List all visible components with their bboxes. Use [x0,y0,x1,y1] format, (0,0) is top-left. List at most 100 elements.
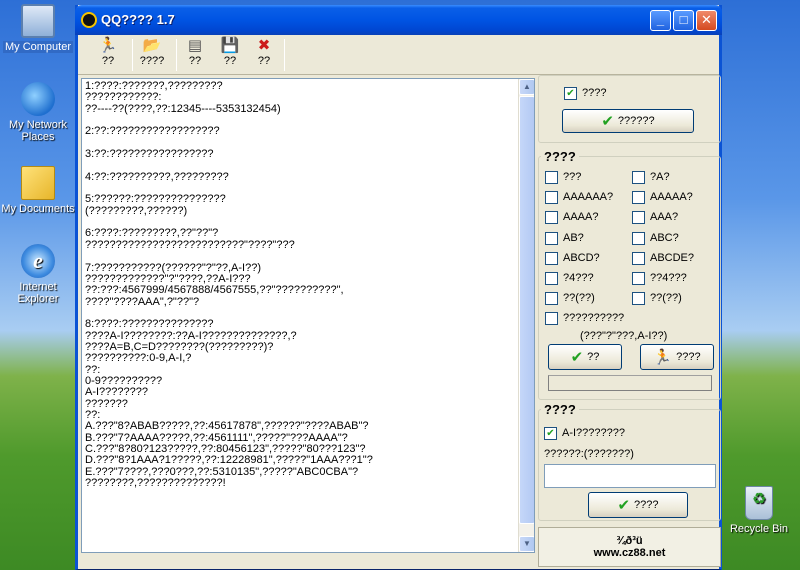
website-logo[interactable]: ¾ð³ü www.cz88.net [538,527,721,567]
logo-text-line1: ¾ð³ü [616,535,643,547]
option-checkbox-5[interactable]: AAAA? [545,210,598,224]
toolbar-separator [284,39,285,71]
desktop-icon-network-places[interactable]: My Network Places [1,82,75,143]
list-icon: ▤ [187,37,203,54]
checkbox-label: ??4??? [650,272,687,284]
check-icon: ✔ [570,349,584,366]
button-label: ?????? [617,115,655,127]
checkbox-label: ?A? [650,171,670,183]
custom-input-label: ??????:(???????) [544,448,634,460]
option-checkbox-1[interactable]: ??? [545,170,581,184]
custom-pattern-input[interactable] [544,464,716,488]
scroll-up-button[interactable]: ▲ [519,79,534,95]
checkbox-box[interactable] [545,231,558,245]
option-checkbox-14[interactable]: ??(??) [632,291,682,305]
checkbox-box[interactable] [545,190,558,204]
desktop-icon-my-documents[interactable]: My Documents [1,166,75,215]
desktop-icon-internet-explorer[interactable]: e Internet Explorer [1,244,75,305]
scroll-down-button[interactable]: ▼ [519,536,534,552]
checkbox-box[interactable] [545,170,558,184]
logo-text-line2: www.cz88.net [593,547,666,559]
close-icon: ✖ [257,37,271,54]
checkbox-label: ??? [563,171,582,183]
toolbar-list-button[interactable]: ▤ ?? [178,37,212,73]
run-icon: 🏃 [653,349,673,366]
toolbar-label: ?? [223,55,237,67]
option-checkbox-12[interactable]: ??4??? [632,271,687,285]
options-run-button[interactable]: 🏃 ???? [640,344,714,370]
checkbox-label: ?????????? [563,312,625,324]
option-checkbox-11[interactable]: ?4??? [545,271,594,285]
option-checkbox-2[interactable]: ?A? [632,170,670,184]
checkbox-label: AAAAA? [650,191,693,203]
toolbar-open-button[interactable]: 📂 ???? [134,37,170,73]
recycle-bin-icon: ♻ [745,486,773,520]
qq-penguin-icon [81,12,97,28]
checkbox-box[interactable] [545,210,558,224]
button-label: ?? [587,351,600,363]
option-checkbox-13[interactable]: ??(??) [545,291,595,305]
checkbox-box[interactable] [545,271,558,285]
group-title: ???? [541,402,579,417]
desktop-icon-recycle-bin[interactable]: ♻ Recycle Bin [722,486,796,535]
checkbox-label: AAAAAA? [563,191,614,203]
option-checkbox-7[interactable]: AB? [545,231,584,245]
checkbox-label: ABC? [650,232,679,244]
check-icon: ✔ [601,113,614,130]
toolbar-label: ?? [188,55,202,67]
checkbox-label: ABCD? [563,252,600,264]
checkbox-box[interactable]: ✔ [564,86,577,100]
desktop-icon-label: Internet Explorer [17,281,59,305]
checkbox-label: AAA? [650,211,679,223]
button-label: ???? [634,499,659,511]
group-title: ???? [541,149,579,164]
help-text-area[interactable]: 1:????:???????,????????? ????????????: ?… [81,78,535,553]
checkbox-label: ABCDE? [650,252,695,264]
toolbar-label: ?? [257,55,271,67]
window-title: QQ???? 1.7 [101,12,175,27]
option-checkbox-4[interactable]: AAAAA? [632,190,693,204]
option-checkbox-8[interactable]: ABC? [632,231,679,245]
checkbox-label: ??(??) [563,292,595,304]
desktop-icon-label: My Network Places [8,119,68,143]
checkbox-box[interactable] [632,231,645,245]
toolbar-run-button[interactable]: 🏃 ?? [90,37,126,73]
top-checkbox[interactable]: ✔ ???? [564,86,606,100]
custom-checkbox[interactable]: ✔ A-I???????? [544,426,625,440]
desktop-icon-label: My Documents [1,203,75,215]
right-panel: ✔ ???? ✔ ?????? ???? ??? ?A? AAAAAA? AAA… [536,5,723,570]
desktop-icon-label: My Computer [2,41,74,53]
checkbox-label: ???? [582,87,607,99]
checkbox-box[interactable]: ✔ [544,426,557,440]
checkbox-box[interactable] [632,251,645,265]
checkbox-box[interactable] [632,170,645,184]
toolbar-separator [176,39,177,71]
toolbar-exit-button[interactable]: ✖ ?? [248,37,280,73]
checkbox-box[interactable] [545,291,558,305]
toolbar-label: ???? [139,55,165,67]
open-folder-icon: 📂 [142,37,162,54]
option-checkbox-9[interactable]: ABCD? [545,251,600,265]
toolbar-save-button[interactable]: 💾 ?? [214,37,246,73]
checkbox-box[interactable] [545,251,558,265]
top-confirm-button[interactable]: ✔ ?????? [562,109,694,133]
checkbox-box[interactable] [632,291,645,305]
checkbox-box[interactable] [632,190,645,204]
option-checkbox-10[interactable]: ABCDE? [632,251,694,265]
options-ok-button[interactable]: ✔ ?? [548,344,622,370]
checkbox-box[interactable] [632,210,645,224]
desktop-icon-my-computer[interactable]: My Computer [1,4,75,53]
internet-explorer-icon: e [21,244,55,278]
checkbox-box[interactable] [545,311,558,325]
option-checkbox-6[interactable]: AAA? [632,210,678,224]
custom-confirm-button[interactable]: ✔ ???? [588,492,688,518]
checkbox-box[interactable] [632,271,645,285]
scroll-thumb[interactable] [519,96,534,524]
desktop-icon-label: Recycle Bin [729,523,789,535]
app-window: QQ???? 1.7 _ □ ✕ 🏃 ?? 📂 ???? ▤ ?? 💾 ?? ✖… [75,5,722,570]
checkbox-label: AB? [563,232,584,244]
option-checkbox-3[interactable]: AAAAAA? [545,190,613,204]
check-icon: ✔ [617,497,631,514]
option-checkbox-15[interactable]: ?????????? [545,311,624,325]
vertical-scrollbar[interactable]: ▲ ▼ [518,79,534,552]
